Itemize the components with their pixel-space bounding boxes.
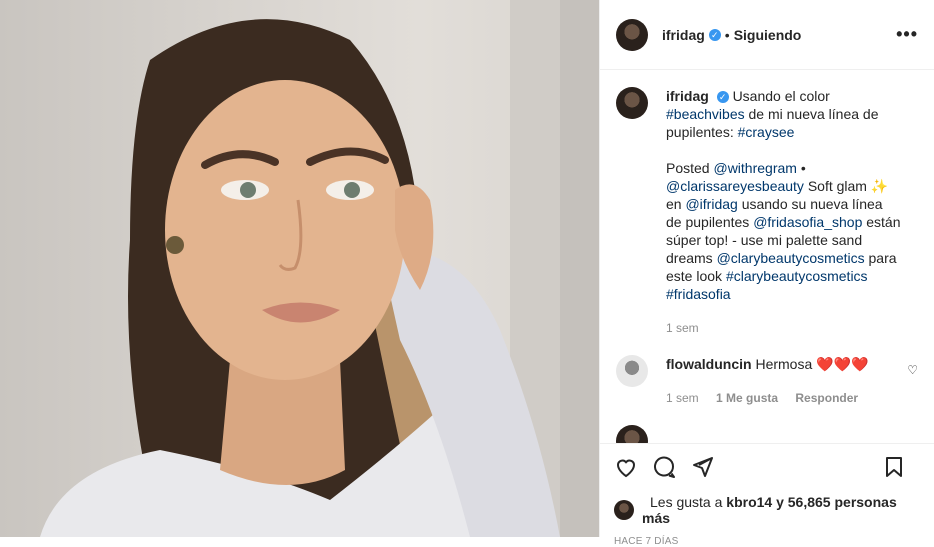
comment-emoji: ❤️❤️❤️ bbox=[816, 356, 869, 372]
separator-dot: • bbox=[724, 26, 730, 43]
hashtag-link[interactable]: #beachvibes bbox=[666, 106, 745, 122]
caption-text: Usando el color bbox=[732, 88, 830, 104]
post-photo bbox=[0, 0, 599, 537]
save-icon[interactable] bbox=[882, 455, 906, 484]
post-panel: ifridag ✓ • Siguiendo ••• ifridag ✓ Usan… bbox=[599, 0, 934, 547]
reply-button[interactable]: Responder bbox=[795, 391, 858, 405]
liker-avatar[interactable] bbox=[614, 500, 634, 520]
author-username[interactable]: ifridag bbox=[662, 27, 705, 43]
comment-likes[interactable]: 1 Me gusta bbox=[716, 391, 778, 405]
more-options-icon[interactable]: ••• bbox=[896, 24, 918, 45]
caption-avatar[interactable] bbox=[616, 87, 648, 119]
hashtag-link[interactable]: #fridasofia bbox=[666, 286, 731, 302]
caption-text: Posted bbox=[666, 160, 710, 176]
commenter-username[interactable]: flowalduncin bbox=[666, 356, 752, 372]
following-button[interactable]: Siguiendo bbox=[734, 27, 802, 43]
like-icon[interactable] bbox=[614, 455, 638, 484]
liker-username[interactable]: kbro14 bbox=[726, 494, 772, 510]
mention-link[interactable]: @clarybeautycosmetics bbox=[717, 250, 865, 266]
comments-section[interactable]: ifridag ✓ Usando el color #beachvibes de… bbox=[600, 71, 934, 443]
mention-link[interactable]: @withregram bbox=[713, 160, 796, 176]
action-icons bbox=[614, 454, 920, 484]
portrait-illustration bbox=[40, 0, 599, 537]
likes-text: Les gusta a kbro14 y 56,865 personas más bbox=[642, 494, 920, 526]
comment-item: flowalduncin Hermosa ❤️❤️❤️ 1 sem 1 Me g… bbox=[616, 355, 918, 407]
like-comment-icon[interactable]: ♡ bbox=[907, 363, 918, 377]
caption-body: ifridag ✓ Usando el color #beachvibes de… bbox=[666, 87, 902, 337]
commenter-avatar[interactable] bbox=[616, 425, 648, 443]
comment-time[interactable]: 1 sem bbox=[666, 391, 699, 405]
bullet: • bbox=[800, 160, 806, 176]
hashtag-link[interactable]: #craysee bbox=[738, 124, 795, 140]
comment-meta: 1 sem 1 Me gusta Responder bbox=[666, 389, 902, 407]
mention-link[interactable]: @clarissareyesbeauty bbox=[666, 178, 804, 194]
comment-body: flowalduncin Hermosa ❤️❤️❤️ 1 sem 1 Me g… bbox=[666, 355, 902, 407]
verified-icon: ✓ bbox=[708, 28, 721, 41]
hashtag-link[interactable]: #clarybeautycosmetics bbox=[726, 268, 868, 284]
comment-item-partial bbox=[616, 425, 918, 443]
share-icon[interactable] bbox=[690, 455, 714, 484]
mention-link[interactable]: @ifridag bbox=[685, 196, 737, 212]
author-avatar[interactable] bbox=[616, 18, 648, 51]
verified-icon: ✓ bbox=[716, 91, 729, 104]
caption-time[interactable]: 1 sem bbox=[666, 321, 699, 335]
caption-username[interactable]: ifridag bbox=[666, 88, 709, 104]
mention-link[interactable]: @fridasofia_shop bbox=[753, 214, 862, 230]
likes-prefix: Les gusta a bbox=[650, 494, 723, 510]
caption-meta: 1 sem bbox=[666, 319, 902, 337]
post-actions: Les gusta a kbro14 y 56,865 personas más… bbox=[600, 443, 934, 547]
caption: ifridag ✓ Usando el color #beachvibes de… bbox=[616, 87, 918, 337]
comment-text: Hermosa bbox=[755, 356, 813, 372]
comment-icon[interactable] bbox=[652, 455, 676, 484]
post-header: ifridag ✓ • Siguiendo ••• bbox=[600, 0, 934, 70]
commenter-avatar[interactable] bbox=[616, 355, 648, 387]
likes-summary: Les gusta a kbro14 y 56,865 personas más bbox=[614, 494, 920, 526]
post-date[interactable]: HACE 7 DÍAS bbox=[614, 536, 920, 547]
